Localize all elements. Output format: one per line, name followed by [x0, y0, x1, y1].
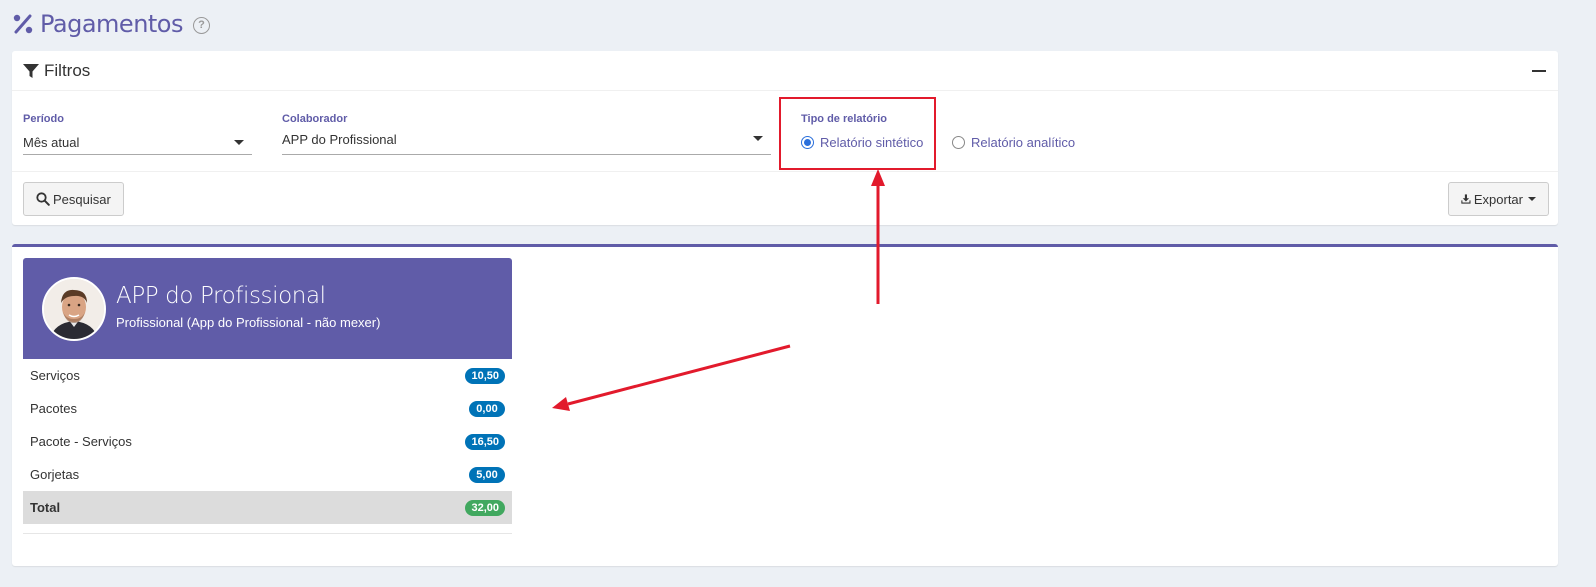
row-label: Pacote - Serviços	[30, 434, 132, 449]
value-badge: 0,00	[469, 400, 505, 417]
value-badge: 5,00	[469, 466, 505, 483]
avatar	[42, 277, 106, 341]
page-title: Pagamentos	[40, 10, 184, 38]
divider	[12, 171, 1558, 172]
value-badge: 10,50	[465, 367, 505, 384]
total-label: Total	[30, 500, 61, 515]
widget-footer-divider	[23, 524, 512, 534]
colaborador-value: APP do Profissional	[282, 132, 397, 147]
row-label: Serviços	[30, 368, 80, 383]
download-icon	[1461, 194, 1471, 204]
radio-relatorio-sintetico[interactable]: Relatório sintético	[801, 135, 923, 150]
radio-button[interactable]	[952, 136, 965, 149]
question-circle-icon[interactable]: ?	[193, 16, 210, 34]
collaborator-description: Profissional (App do Profissional - não …	[116, 315, 381, 330]
chevron-down-icon	[753, 136, 763, 141]
search-button[interactable]: Pesquisar	[23, 182, 124, 216]
radio-button-checked[interactable]	[801, 136, 814, 149]
summary-row-servicos: Serviços 10,50	[23, 359, 512, 392]
page-header: Pagamentos ?	[12, 8, 210, 40]
percent-icon	[12, 12, 34, 36]
row-label: Gorjetas	[30, 467, 80, 482]
summary-row-pacote-servicos: Pacote - Serviços 16,50	[23, 425, 512, 458]
periodo-label: Período	[23, 113, 64, 125]
export-button-label: Exportar	[1473, 191, 1523, 207]
radio-label-sintetico: Relatório sintético	[820, 135, 924, 150]
summary-row-gorjetas: Gorjetas 5,00	[23, 458, 512, 491]
radio-label-analitico: Relatório analítico	[971, 135, 1076, 150]
summary-row-pacotes: Pacotes 0,00	[23, 392, 512, 425]
tipo-relatorio-label: Tipo de relatório	[801, 113, 887, 125]
filters-header: Filtros	[12, 51, 1558, 91]
value-badge: 16,50	[465, 433, 505, 450]
collapse-minus-icon[interactable]	[1532, 69, 1546, 72]
filters-title: Filtros	[44, 60, 91, 80]
periodo-select[interactable]: Mês atual	[23, 131, 252, 155]
widget-header: APP do Profissional Profissional (App do…	[23, 258, 512, 359]
caret-down-icon	[1528, 197, 1536, 201]
total-badge: 32,00	[465, 499, 505, 516]
row-label: Pacotes	[30, 401, 77, 416]
export-button[interactable]: Exportar	[1448, 182, 1549, 216]
report-type-highlight	[779, 97, 936, 170]
results-box: APP do Profissional Profissional (App do…	[12, 244, 1558, 566]
search-button-label: Pesquisar	[53, 191, 111, 207]
radio-relatorio-analitico[interactable]: Relatório analítico	[952, 135, 1075, 150]
collaborator-name: APP do Profissional	[116, 283, 326, 309]
filter-icon	[23, 63, 39, 78]
periodo-value: Mês atual	[23, 135, 80, 150]
colaborador-label: Colaborador	[282, 113, 348, 125]
filters-box: Filtros Período Mês atual Colaborador AP…	[12, 51, 1558, 225]
colaborador-select[interactable]: APP do Profissional	[282, 125, 771, 155]
collaborator-widget: APP do Profissional Profissional (App do…	[23, 258, 512, 534]
summary-row-total: Total 32,00	[23, 491, 512, 524]
search-icon	[36, 192, 50, 206]
chevron-down-icon	[234, 140, 244, 145]
